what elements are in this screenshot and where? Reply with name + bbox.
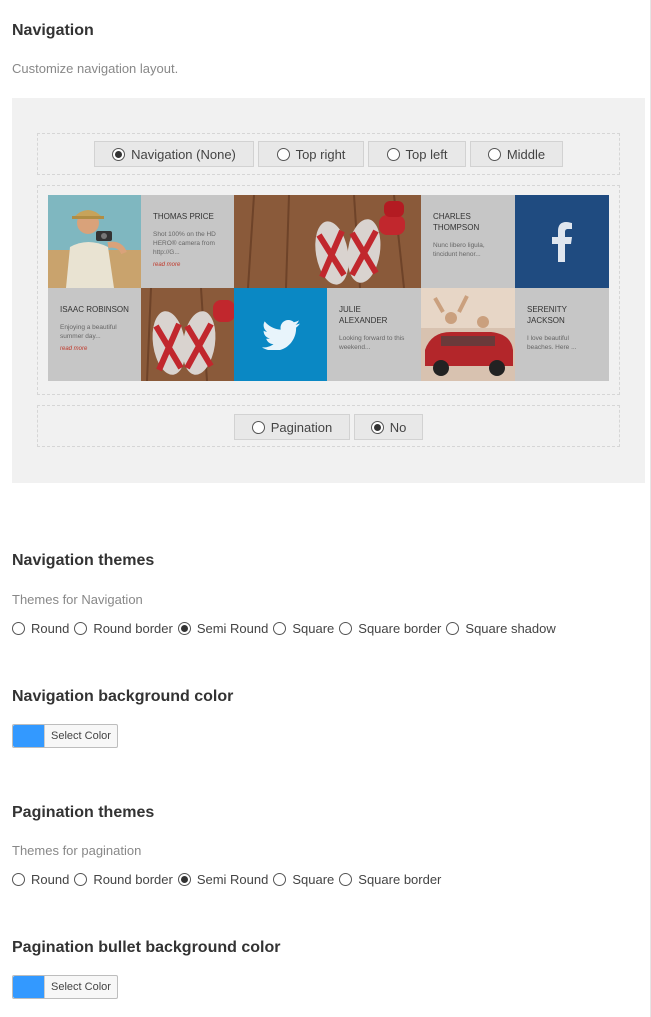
tile-name: THOMAS PRICE [153,212,214,221]
pag-theme-semi-round[interactable]: Semi Round [177,872,269,887]
tile-text-julie-alexander: JULIE ALEXANDER Looking forward to this … [327,288,421,381]
pagination-bg-color-picker[interactable]: Select Color [12,975,118,999]
nav-theme-square[interactable]: Square [273,621,334,636]
position-option-middle[interactable]: Middle [470,141,563,167]
nav-theme-round[interactable]: Round [12,621,69,636]
navigation-themes-options: Round Round border Semi Round Square Squ… [12,621,561,636]
position-option-label: Navigation (None) [131,146,236,162]
nav-theme-semi-round[interactable]: Semi Round [177,621,269,636]
position-option-label: Top right [295,146,346,162]
nav-theme-label: Square border [358,621,442,636]
radio-icon [339,622,353,635]
navigation-bg-color-picker[interactable]: Select Color [12,724,118,748]
color-swatch [13,976,44,998]
radio-icon [273,622,287,635]
nav-theme-square-shadow[interactable]: Square shadow [446,621,556,636]
nav-theme-square-border[interactable]: Square border [339,621,441,636]
pagination-themes-description: Themes for pagination [12,843,142,858]
pagination-option-label: No [389,419,407,435]
radio-icon [446,622,460,635]
navigation-themes-description: Themes for Navigation [12,592,143,607]
pag-theme-square[interactable]: Square [273,872,334,887]
tile-text-serenity-jackson: SERENITY JACKSON I love beautiful beache… [515,288,609,381]
position-option-top-right[interactable]: Top right [258,141,364,167]
nav-theme-label: Square shadow [465,621,556,636]
tile-text-thomas-price: THOMAS PRICE Shot 100% on the HD HERO® c… [141,195,234,288]
tile-snippet: I love beautiful beaches. Here ... [527,335,577,351]
tile-name: ISAAC ROBINSON [60,305,129,314]
pag-theme-label: Round [31,872,70,887]
flip-flops-photo [141,288,234,381]
tile-name: JULIE ALEXANDER [339,305,388,325]
nav-theme-label: Square [292,621,335,636]
pag-theme-label: Semi Round [196,872,269,887]
pag-theme-label: Round border [93,872,173,887]
nav-theme-round-border[interactable]: Round border [74,621,173,636]
twitter-icon [261,319,300,350]
radio-icon [276,147,290,161]
pagination-themes-title: Pagination themes [12,804,155,821]
pagination-option-label: Pagination [270,419,333,435]
settings-page: Navigation Customize navigation layout. … [0,0,651,1017]
tile-snippet: Nunc libero ligula, tincidunt henor... [433,242,485,258]
tile-text-charles-thompson: CHARLES THOMPSON Nunc libero ligula, tin… [421,195,515,288]
select-color-label: Select Color [44,976,117,998]
facebook-tile [515,195,609,288]
tile-snippet: Shot 100% on the HD HERO® camera from ht… [153,231,216,256]
color-swatch [13,725,44,747]
tile-grid: THOMAS PRICE Shot 100% on the HD HERO® c… [48,195,609,381]
pagination-option-no[interactable]: No [354,414,423,440]
radio-icon [273,873,287,886]
radio-icon [74,622,88,635]
navigation-themes-title: Navigation themes [12,552,155,569]
navigation-description: Customize navigation layout. [12,61,179,76]
radio-icon [386,147,400,161]
nav-theme-label: Semi Round [196,621,269,636]
tile-name: SERENITY JACKSON [527,305,567,325]
nav-theme-label: Round [31,621,70,636]
position-option-none[interactable]: Navigation (None) [94,141,254,167]
tile-text-isaac-robinson: ISAAC ROBINSON Enjoying a beautiful summ… [48,288,141,381]
twitter-tile [234,288,327,381]
tile-snippet: Looking forward to this weekend... [339,335,405,351]
radio-icon [370,420,384,434]
navigation-bg-title: Navigation background color [12,688,234,705]
position-option-top-left[interactable]: Top left [368,141,466,167]
radio-icon [339,873,353,886]
pag-theme-round[interactable]: Round [12,872,69,887]
pag-theme-label: Square [292,872,335,887]
tile-read-more[interactable]: read more [60,346,129,352]
radio-icon [487,147,501,161]
radio-icon [177,622,191,635]
tile-read-more[interactable]: read more [153,262,222,268]
pagination-option-pagination[interactable]: Pagination [234,414,350,440]
radio-icon [12,622,25,635]
pag-theme-label: Square border [358,872,442,887]
radio-icon [251,420,265,434]
tile-snippet: Enjoying a beautiful summer day... [60,324,117,340]
navigation-title: Navigation [12,22,94,39]
facebook-icon [552,221,572,262]
radio-icon [12,873,25,886]
tile-name: CHARLES THOMPSON [433,212,480,232]
pag-theme-square-border[interactable]: Square border [339,872,441,887]
radio-icon [112,147,126,161]
position-option-label: Top left [405,146,448,162]
radio-icon [74,873,88,886]
pag-theme-round-border[interactable]: Round border [74,872,173,887]
select-color-label: Select Color [44,725,117,747]
flip-flops-photo [234,195,421,288]
red-car-photo [421,288,515,381]
position-option-label: Middle [506,146,546,162]
radio-icon [177,873,191,886]
photographer-photo [48,195,141,288]
nav-theme-label: Round border [93,621,173,636]
pagination-themes-options: Round Round border Semi Round Square Squ… [12,872,446,887]
pagination-bg-title: Pagination bullet background color [12,939,281,956]
